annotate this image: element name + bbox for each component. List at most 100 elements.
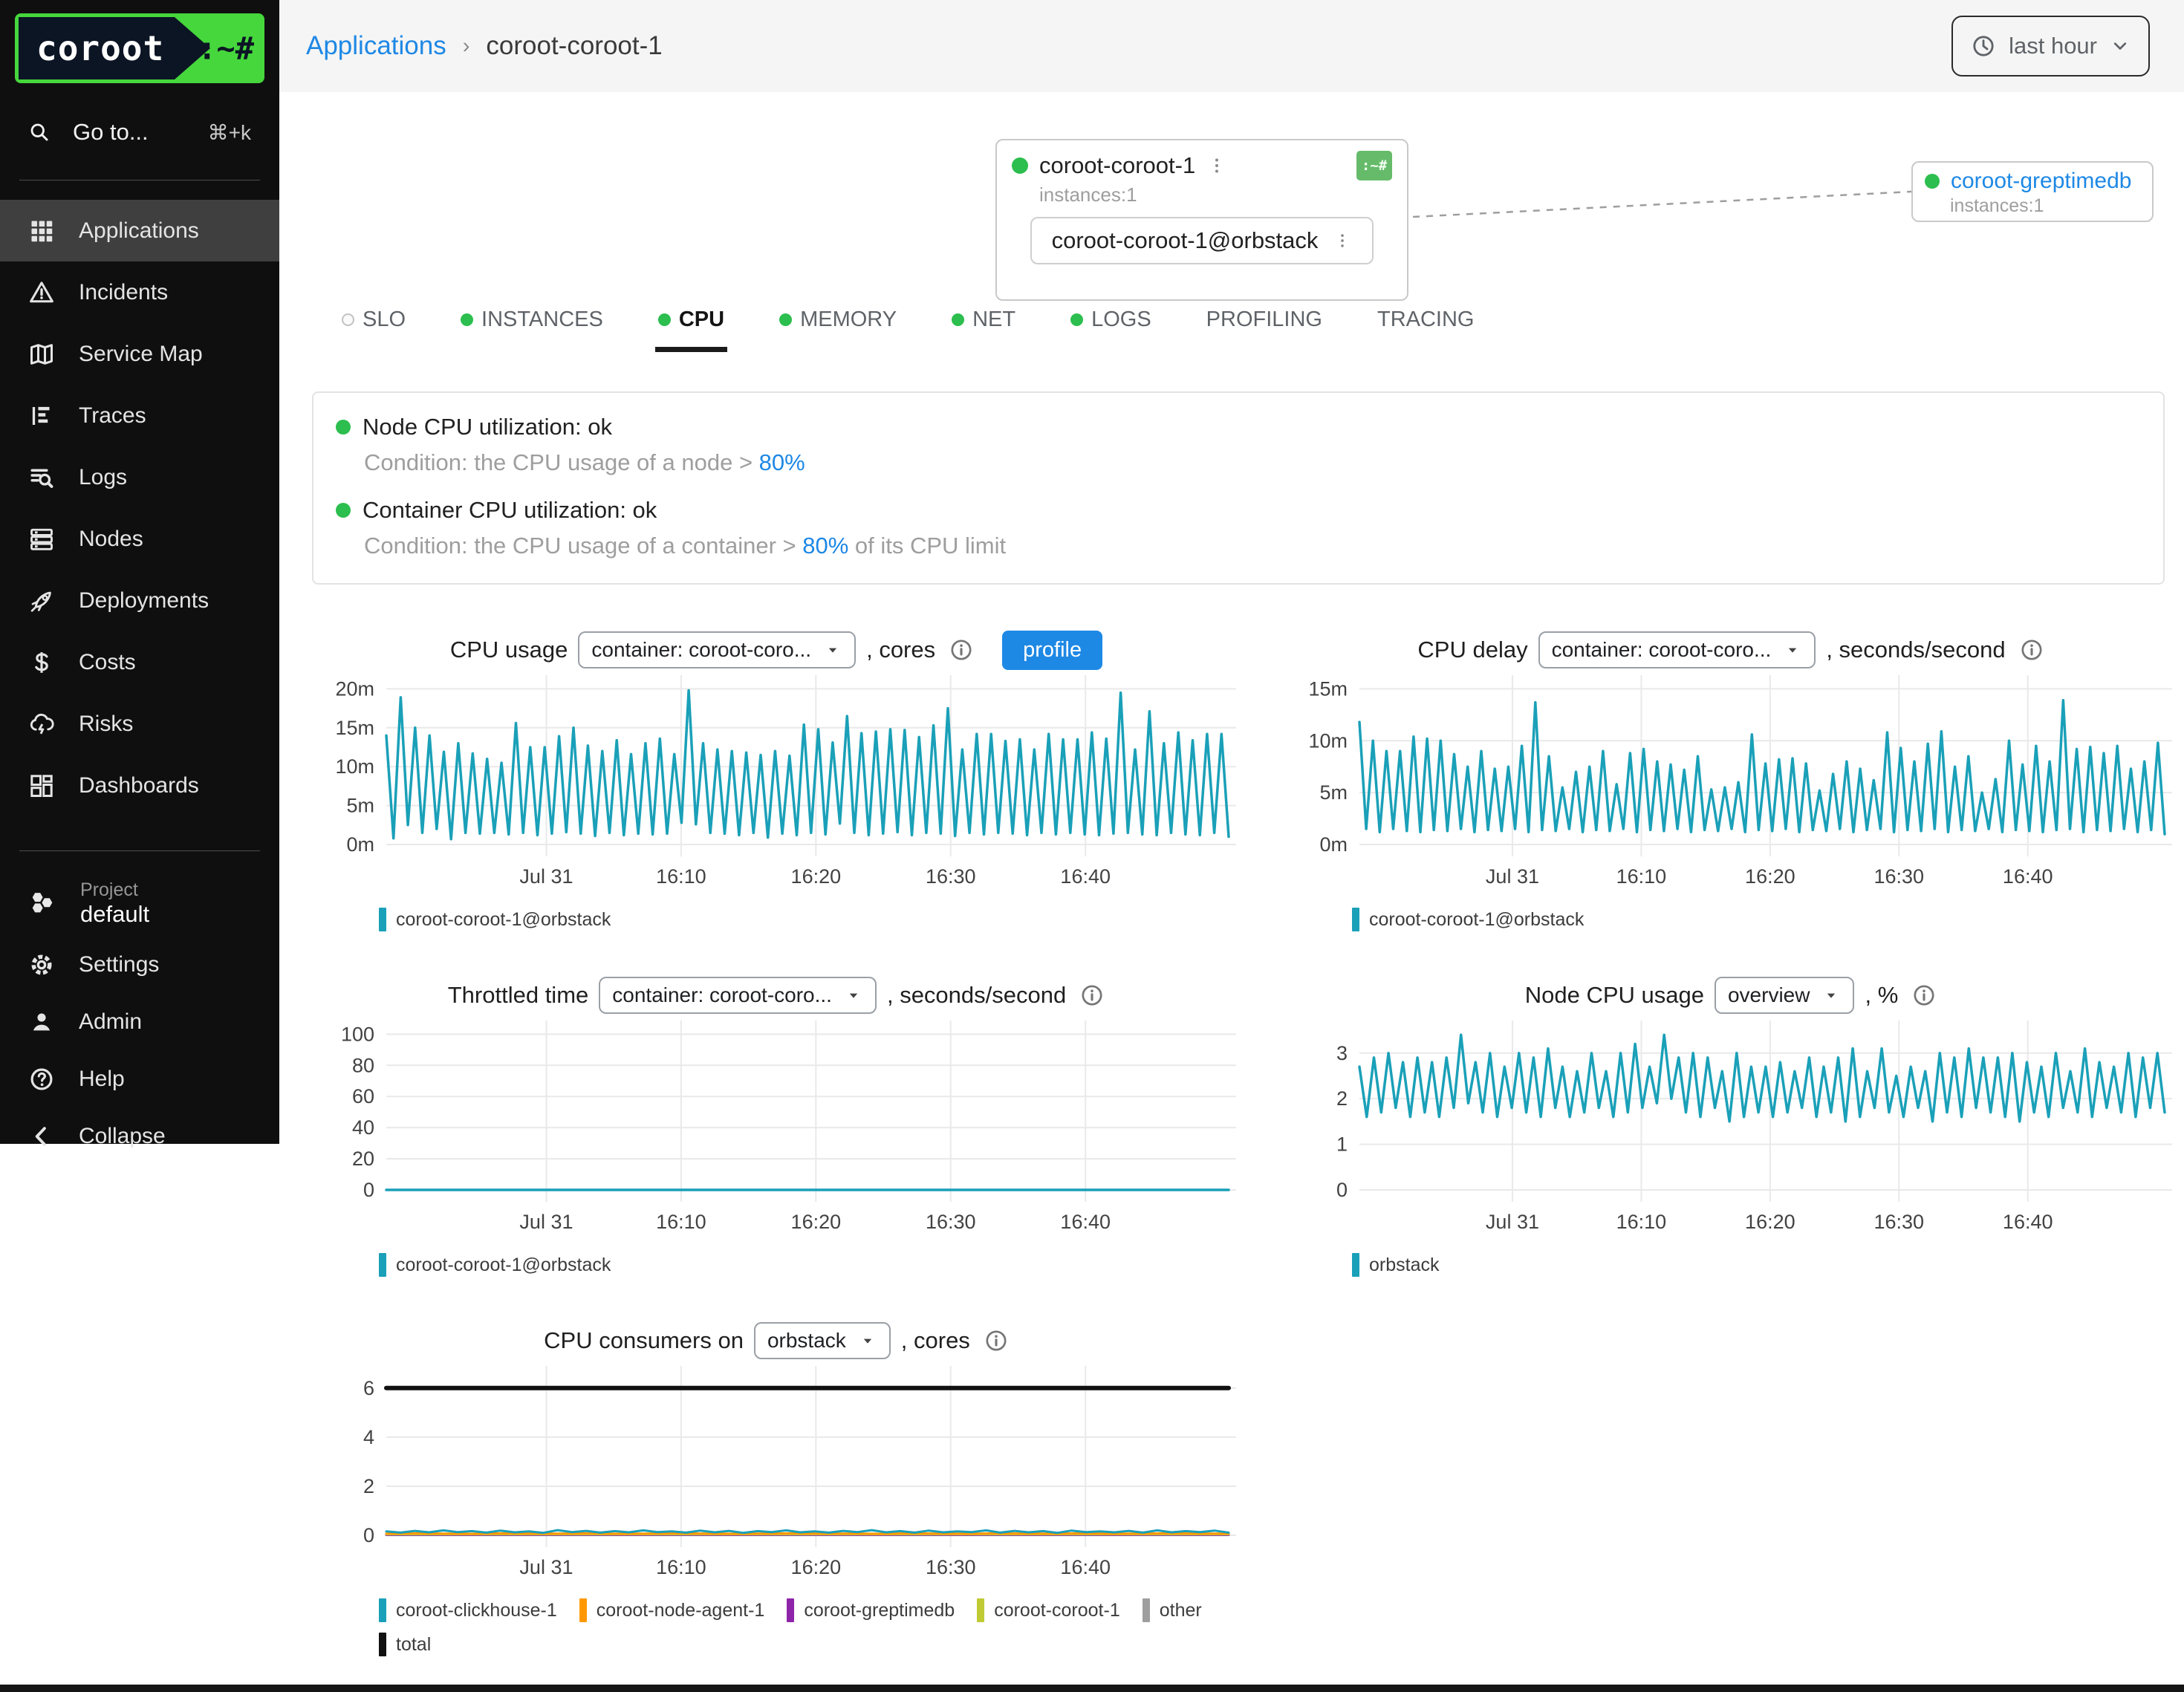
chart-selector-dropdown[interactable]: orbstack [754,1322,891,1359]
condition-text: of its CPU limit [848,533,1006,559]
logo-wordmark: coroot [19,17,210,79]
sidebar-item-label: Costs [79,650,136,675]
person-icon [28,1009,55,1035]
svg-text:Jul 31: Jul 31 [1486,865,1539,888]
chart-selector-dropdown[interactable]: container: coroot-coro... [599,977,877,1014]
sidebar-item-settings[interactable]: Settings [0,936,279,993]
sidebar-item-incidents[interactable]: Incidents [0,261,279,323]
info-icon[interactable] [984,1328,1009,1353]
svg-text:10m: 10m [335,755,374,778]
status-dot [1925,174,1940,189]
chart-title: Throttled time [448,982,589,1009]
legend-label: other [1160,1600,1202,1621]
tab-status-dot [461,313,473,326]
kebab-menu-icon[interactable] [1333,231,1352,250]
condition-text: Condition: the CPU usage of a node > [364,449,759,475]
chart-selector-dropdown[interactable]: container: coroot-coro... [578,631,856,668]
tab-cpu[interactable]: CPU [658,308,724,332]
sidebar-item-risks[interactable]: Risks [0,693,279,755]
chart-throttled-time: Throttled timecontainer: coroot-coro...,… [312,973,1241,1277]
info-icon[interactable] [1911,983,1937,1008]
tab-label: MEMORY [800,308,897,332]
check-condition: Condition: the CPU usage of a container … [364,533,2141,559]
tab-status-dot [342,313,354,326]
instance-box[interactable]: coroot-coroot-1@orbstack [1030,217,1374,264]
tab-label: TRACING [1377,308,1475,332]
chart-unit-suffix: , seconds/second [1826,637,2005,663]
chart-selector-dropdown[interactable]: overview [1715,977,1854,1014]
legend-swatch [379,1253,386,1277]
sidebar-item-project[interactable]: Project default [0,871,279,936]
info-icon[interactable] [1079,983,1105,1008]
divider [19,850,260,851]
tab-memory[interactable]: MEMORY [779,308,897,332]
breadcrumb-applications-link[interactable]: Applications [306,31,446,61]
svg-text:0: 0 [363,1179,374,1201]
sidebar-item-service-map[interactable]: Service Map [0,323,279,385]
sidebar-item-costs[interactable]: Costs [0,631,279,693]
peer-app-link[interactable]: coroot-greptimedb [1951,169,2131,194]
question-circle-icon [28,1066,55,1093]
selector-value: container: coroot-coro... [591,638,811,662]
time-range-picker[interactable]: last hour [1951,16,2150,77]
sidebar-item-logs[interactable]: Logs [0,446,279,508]
condition-text: Condition: the CPU usage of a container … [364,533,802,559]
sidebar-item-applications[interactable]: Applications [0,200,279,261]
goto-search[interactable]: Go to... ⌘+k [0,104,279,160]
svg-text:0: 0 [363,1524,374,1546]
tab-label: NET [972,308,1015,332]
caret-down-icon [1821,986,1841,1005]
chart-unit-suffix: , % [1865,982,1898,1009]
svg-text:16:10: 16:10 [1616,1211,1667,1233]
sidebar-item-deployments[interactable]: Deployments [0,570,279,631]
chart-unit-suffix: , cores [901,1327,970,1354]
app-card[interactable]: coroot-coroot-1 :~# instances:1 coroot-c… [995,139,1408,301]
sidebar-item-help[interactable]: Help [0,1050,279,1107]
sidebar-item-dashboards[interactable]: Dashboards [0,755,279,816]
logs-search-icon [28,464,55,491]
info-icon[interactable] [2019,637,2044,663]
svg-text:0m: 0m [346,833,374,856]
server-icon [28,526,55,553]
chart-selector-dropdown[interactable]: container: coroot-coro... [1538,631,1816,668]
coroot-badge: :~# [1356,151,1392,180]
chart-line-coroot-coroot-1-orbstack [386,691,1229,839]
svg-text:0: 0 [1336,1179,1348,1201]
legend-swatch [379,1598,386,1622]
tab-slo[interactable]: SLO [342,308,406,332]
search-icon [28,121,51,143]
legend-item-orbstack: orbstack [1352,1253,1439,1277]
legend-label: coroot-coroot-1@orbstack [1369,909,1584,931]
chart-header: Throttled timecontainer: coroot-coro...,… [312,973,1241,1018]
tab-instances[interactable]: INSTANCES [461,308,603,332]
chart-line-coroot-coroot-1-orbstack [1359,700,2165,834]
profile-button[interactable]: profile [1002,631,1102,670]
sidebar-item-traces[interactable]: Traces [0,385,279,446]
sidebar-item-collapse[interactable]: Collapse [0,1107,279,1165]
tab-tracing[interactable]: TRACING [1377,308,1475,332]
check-item: Container CPU utilization: okCondition: … [336,497,2141,559]
svg-text:20: 20 [352,1148,374,1170]
breadcrumb-separator: › [463,34,470,59]
rocket-icon [28,588,55,614]
legend-swatch [977,1598,984,1622]
tab-logs[interactable]: LOGS [1070,308,1151,332]
coroot-logo[interactable]: coroot :~# [15,13,264,83]
tab-net[interactable]: NET [952,308,1015,332]
sidebar-item-nodes[interactable]: Nodes [0,508,279,570]
sidebar-item-admin[interactable]: Admin [0,993,279,1050]
condition-threshold-link[interactable]: 80% [802,533,848,559]
tab-profiling[interactable]: PROFILING [1206,308,1322,332]
legend-item-coroot-coroot-1-orbstack: coroot-coroot-1@orbstack [379,908,611,931]
info-icon[interactable] [949,637,974,663]
svg-text:15m: 15m [1308,677,1348,700]
goto-shortcut: ⌘+k [208,120,251,145]
condition-threshold-link[interactable]: 80% [759,449,805,475]
kebab-menu-icon[interactable] [1206,155,1227,176]
instances-label: instances:1 [1950,195,2140,217]
selector-value: orbstack [767,1329,846,1353]
chart-node-cpu-usage: Node CPU usageoverview, %Jul 3116:1016:2… [1285,973,2177,1277]
sidebar-item-label: Nodes [79,527,143,552]
svg-text:40: 40 [352,1116,374,1139]
svg-text:16:10: 16:10 [656,865,706,888]
